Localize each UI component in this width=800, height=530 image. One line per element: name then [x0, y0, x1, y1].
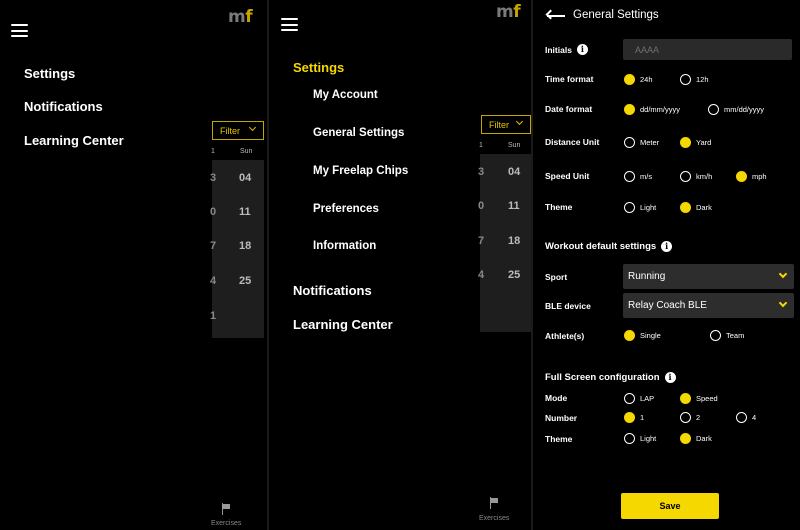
back-arrow-icon[interactable] — [545, 9, 565, 21]
calendar-date[interactable]: 18 — [239, 240, 251, 252]
page-title: General Settings — [573, 9, 659, 21]
speed-unit-label: Speed Unit — [545, 171, 590, 181]
initials-label: Initials i — [545, 44, 588, 55]
calendar-cut-digit: 7 — [478, 235, 485, 247]
date-format-label: Date format — [545, 104, 593, 114]
bottom-nav-exercises[interactable]: Exercises — [479, 515, 509, 522]
time-format-12h-radio[interactable]: 12h — [680, 74, 709, 85]
menu-item-learning-center[interactable]: Learning Center — [293, 317, 393, 332]
calendar-date[interactable]: 04 — [239, 172, 251, 184]
calendar-date[interactable]: 18 — [508, 235, 520, 247]
submenu-item-freelap-chips[interactable]: My Freelap Chips — [313, 165, 408, 177]
calendar-column — [480, 154, 531, 332]
sport-label: Sport — [545, 272, 568, 282]
chevron-down-icon — [515, 117, 524, 126]
hamburger-menu-icon[interactable] — [281, 18, 298, 31]
calendar-date[interactable]: 04 — [508, 166, 520, 178]
number-4-radio[interactable]: 4 — [736, 412, 756, 423]
fullscreen-config-heading: Full Screen configuration i — [545, 372, 676, 383]
calendar-date[interactable]: 25 — [508, 269, 520, 281]
submenu-item-my-account[interactable]: My Account — [313, 89, 378, 101]
filter-button[interactable]: Filter — [212, 121, 264, 140]
calendar-cut-digit: 0 — [478, 200, 485, 212]
initials-input[interactable]: AAAA — [623, 39, 792, 60]
chevron-down-icon — [248, 123, 257, 132]
calendar-column — [212, 160, 264, 338]
number-2-radio[interactable]: 2 — [680, 412, 700, 423]
app-logo: mf — [228, 7, 253, 27]
bottom-nav-exercises[interactable]: Exercises — [211, 520, 241, 527]
flag-icon[interactable] — [221, 503, 231, 515]
calendar-cut-digit: 3 — [210, 172, 217, 184]
info-icon[interactable]: i — [576, 44, 588, 55]
distance-unit-meter-radio[interactable]: Meter — [624, 137, 659, 148]
hamburger-menu-icon[interactable] — [11, 24, 28, 37]
menu-screen-collapsed: mf Settings Notifications Learning Cente… — [0, 0, 267, 530]
menu-item-notifications[interactable]: Notifications — [24, 99, 103, 114]
date-format-ddmmyyyy-radio[interactable]: dd/mm/yyyy — [624, 104, 680, 115]
calendar-cut-digit: 7 — [210, 240, 217, 252]
menu-screen-expanded: mf Settings My Account General Settings … — [269, 0, 531, 530]
ble-device-select[interactable]: Relay Coach BLE — [623, 293, 794, 318]
fullscreen-theme-dark-radio[interactable]: Dark — [680, 433, 712, 444]
chevron-down-icon — [778, 298, 788, 308]
mode-speed-radio[interactable]: Speed — [680, 393, 718, 404]
filter-label: Filter — [489, 119, 509, 130]
menu-item-settings[interactable]: Settings — [24, 66, 75, 81]
submenu-item-general-settings[interactable]: General Settings — [313, 127, 404, 139]
ble-device-label: BLE device — [545, 301, 591, 311]
calendar-date[interactable]: 25 — [239, 275, 251, 287]
app-logo: mf — [496, 2, 521, 22]
flag-icon[interactable] — [489, 497, 499, 509]
calendar-header-cut: 1 — [479, 142, 483, 149]
date-format-mmddyyyy-radio[interactable]: mm/dd/yyyy — [708, 104, 764, 115]
calendar-date[interactable]: 11 — [239, 206, 251, 218]
info-icon[interactable]: i — [664, 372, 676, 383]
speed-unit-mph-radio[interactable]: mph — [736, 171, 767, 182]
athletes-single-radio[interactable]: Single — [624, 330, 661, 341]
calendar-cut-digit: 4 — [478, 269, 485, 281]
calendar-header-cut: 1 — [211, 148, 215, 155]
general-settings-screen: General Settings Initials i AAAA Time fo… — [533, 0, 800, 530]
theme-light-radio[interactable]: Light — [624, 202, 656, 213]
sport-select[interactable]: Running — [623, 264, 794, 289]
theme-dark-radio[interactable]: Dark — [680, 202, 712, 213]
number-label: Number — [545, 413, 578, 423]
fullscreen-theme-label: Theme — [545, 434, 573, 444]
filter-button[interactable]: Filter — [481, 115, 531, 134]
time-format-label: Time format — [545, 74, 594, 84]
calendar-cut-digit: 3 — [478, 166, 485, 178]
calendar-cut-digit: 1 — [210, 310, 217, 322]
calendar-header-sunday: Sun — [240, 148, 253, 155]
distance-unit-label: Distance Unit — [545, 137, 600, 147]
athletes-team-radio[interactable]: Team — [710, 330, 744, 341]
mode-lap-radio[interactable]: LAP — [624, 393, 654, 404]
calendar-header-sunday: Sun — [508, 142, 521, 149]
menu-item-notifications[interactable]: Notifications — [293, 283, 372, 298]
chevron-down-icon — [778, 269, 788, 279]
workout-defaults-heading: Workout default settings i — [545, 241, 673, 252]
calendar-date[interactable]: 11 — [508, 200, 520, 212]
calendar-cut-digit: 4 — [210, 275, 217, 287]
speed-unit-ms-radio[interactable]: m/s — [624, 171, 652, 182]
athletes-label: Athlete(s) — [545, 331, 585, 341]
info-icon[interactable]: i — [661, 241, 673, 252]
theme-label: Theme — [545, 202, 573, 212]
speed-unit-kmh-radio[interactable]: km/h — [680, 171, 712, 182]
submenu-item-information[interactable]: Information — [313, 240, 376, 252]
filter-label: Filter — [220, 125, 240, 136]
calendar-cut-digit: 0 — [210, 206, 217, 218]
number-1-radio[interactable]: 1 — [624, 412, 644, 423]
time-format-24h-radio[interactable]: 24h — [624, 74, 653, 85]
save-button[interactable]: Save — [621, 493, 719, 519]
menu-item-settings[interactable]: Settings — [293, 60, 344, 75]
submenu-item-preferences[interactable]: Preferences — [313, 203, 379, 215]
menu-item-learning-center[interactable]: Learning Center — [24, 133, 124, 148]
fullscreen-theme-light-radio[interactable]: Light — [624, 433, 656, 444]
distance-unit-yard-radio[interactable]: Yard — [680, 137, 711, 148]
mode-label: Mode — [545, 393, 568, 403]
